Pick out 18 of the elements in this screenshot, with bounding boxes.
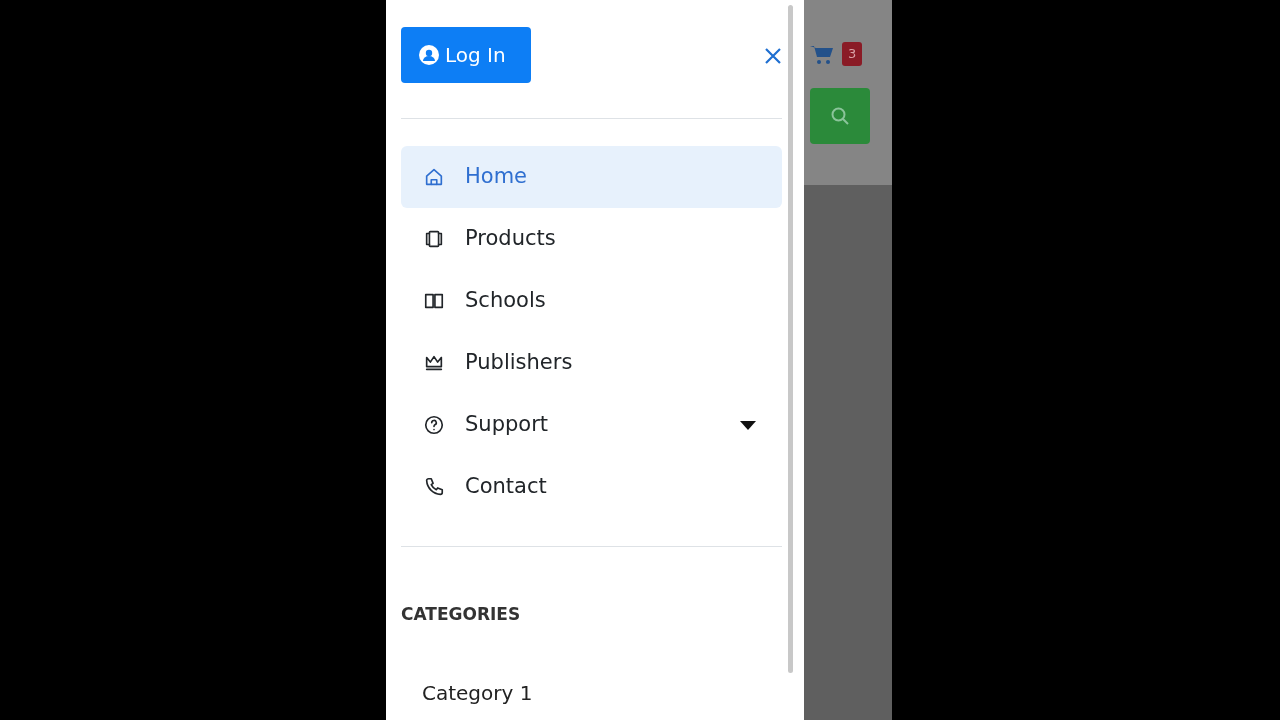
cart-count: 3 xyxy=(842,42,863,66)
category-link[interactable]: Category 1 xyxy=(422,677,782,708)
scrollbar[interactable] xyxy=(787,5,793,673)
user-icon xyxy=(419,45,439,65)
nav-item[interactable]: Publishers xyxy=(401,332,782,394)
nav-item[interactable]: Support xyxy=(401,394,782,456)
question-icon xyxy=(423,414,445,436)
house-icon xyxy=(423,166,445,188)
nav-item[interactable]: Home xyxy=(401,146,782,208)
login-button[interactable]: Log In xyxy=(401,27,531,83)
box-icon xyxy=(423,228,445,250)
section-heading: CATEGORIES xyxy=(401,603,522,626)
phone-icon xyxy=(423,476,445,498)
nav-item[interactable]: Products xyxy=(401,208,782,270)
search-icon xyxy=(830,105,850,126)
search-button[interactable] xyxy=(810,87,870,144)
nav-item[interactable]: Schools xyxy=(401,270,782,332)
nav-item[interactable]: Contact xyxy=(401,456,782,518)
